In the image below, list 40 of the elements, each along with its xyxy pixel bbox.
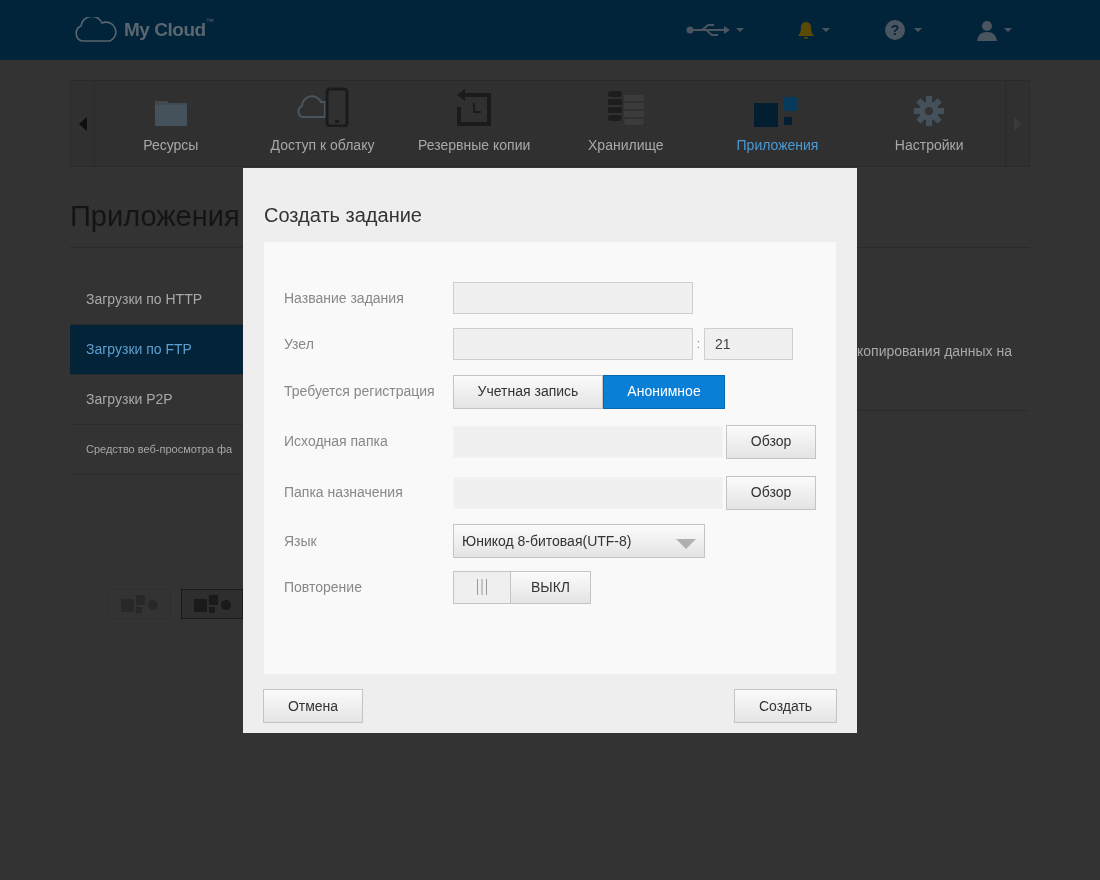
- usb-icon[interactable]: [686, 23, 744, 37]
- logo-text: My Cloud: [124, 17, 206, 42]
- field-label: Узел: [284, 334, 315, 354]
- nav-tab[interactable]: Резервные копии: [398, 81, 550, 166]
- squares-icon: [754, 97, 801, 127]
- nav-tab[interactable]: Хранилище: [550, 81, 702, 166]
- dialog-title: Создать задание: [263, 203, 423, 228]
- field-label: Папка назначения: [284, 483, 404, 502]
- create-button[interactable]: Создать: [734, 689, 837, 723]
- view-toggle-button[interactable]: [180, 588, 243, 619]
- field-label: Повторение: [284, 577, 363, 597]
- cloud-icon: [72, 17, 118, 43]
- cloud-phone-icon: [294, 87, 351, 127]
- segment-option[interactable]: Анонимное: [603, 374, 725, 409]
- segment-option[interactable]: Учетная запись: [453, 374, 603, 409]
- nav-tab[interactable]: Доступ к облаку: [246, 81, 399, 166]
- toggle-state-text: ВЫКЛ: [510, 571, 590, 603]
- host-field[interactable]: [453, 328, 693, 360]
- nav-tab[interactable]: Настройки: [853, 81, 1005, 166]
- field-label: Название задания: [284, 288, 405, 308]
- toggle-switch[interactable]: ВЫКЛ: [453, 570, 591, 604]
- nav-tab[interactable]: Ресурсы: [95, 81, 247, 166]
- field-label: Требуется регистрация: [284, 382, 436, 401]
- cancel-button[interactable]: Отмена: [263, 689, 363, 723]
- app-list-item[interactable]: Загрузки по FTP: [70, 324, 243, 375]
- database-icon: [605, 89, 646, 127]
- port-field[interactable]: 21: [704, 328, 793, 360]
- language-dropdown[interactable]: Юникод 8-битовая(UTF-8): [453, 524, 705, 558]
- browse-button[interactable]: Обзор: [726, 475, 816, 510]
- grip-icon: [476, 579, 488, 595]
- separator-text: :: [695, 336, 702, 353]
- text-field[interactable]: [453, 282, 693, 314]
- field-label: Исходная папка: [284, 432, 389, 451]
- browse-button[interactable]: Обзор: [726, 424, 816, 459]
- nav-tab[interactable]: Приложения: [701, 81, 854, 166]
- left-arrow-icon[interactable]: [78, 116, 87, 131]
- field-label: Язык: [284, 531, 318, 551]
- gear-icon: [913, 95, 946, 127]
- caret-down-icon: [676, 539, 696, 549]
- trademark-mark: ™: [205, 15, 214, 28]
